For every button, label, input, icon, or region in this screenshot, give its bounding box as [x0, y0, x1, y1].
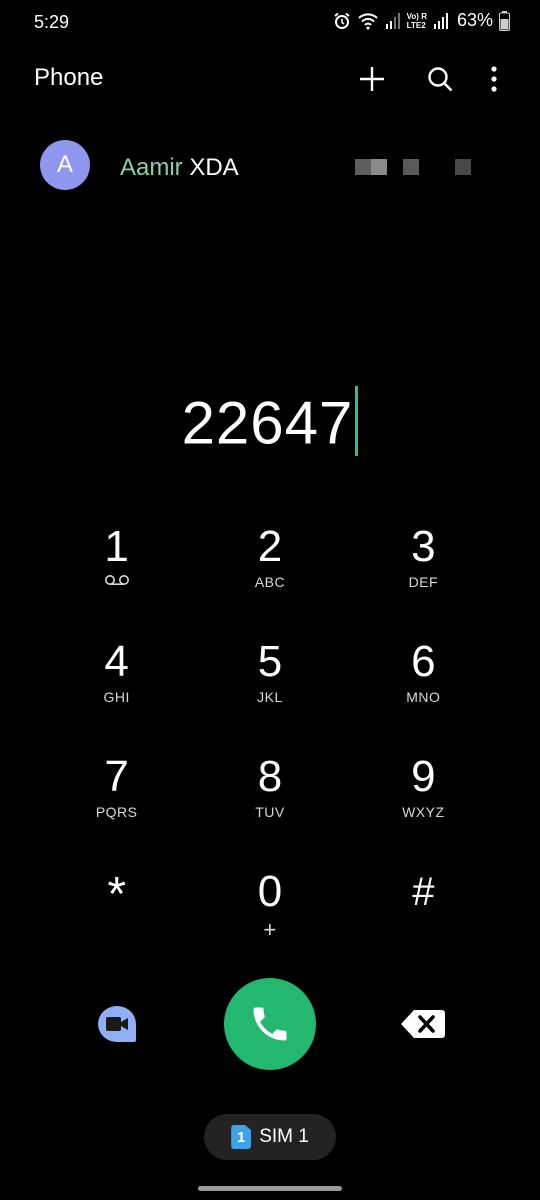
dialpad-row: 4 GHI 5 JKL 6 MNO	[40, 635, 500, 750]
voicemail-icon	[40, 574, 193, 586]
dialpad: 1 2 ABC 3 DEF 4 GHI 5 JKL 6 MNO 7 PQRS 8…	[40, 520, 500, 980]
key-letters: DEF	[408, 574, 439, 590]
dialpad-row: 1 2 ABC 3 DEF	[40, 520, 500, 635]
key-digit: 5	[257, 637, 283, 686]
key-letters: TUV	[255, 804, 285, 820]
dialpad-row: * 0 + #	[40, 865, 500, 980]
key-letters: PQRS	[95, 804, 138, 820]
alarm-icon	[333, 12, 351, 30]
status-time: 5:29	[34, 12, 70, 32]
key-digit: 8	[257, 752, 283, 801]
search-icon[interactable]	[423, 62, 457, 96]
key-0[interactable]: 0 +	[193, 865, 346, 980]
signal-icon	[385, 12, 401, 30]
signal-icon-2	[433, 12, 449, 30]
key-digit: 9	[411, 752, 436, 801]
contact-suggestion[interactable]: A Aamir XDA	[40, 140, 500, 194]
key-letters: JKL	[257, 689, 283, 705]
add-icon[interactable]	[355, 62, 389, 96]
battery-icon	[499, 10, 510, 31]
wifi-icon	[357, 12, 379, 30]
sim-label: SIM 1	[259, 1126, 309, 1147]
call-button[interactable]	[224, 978, 316, 1070]
key-digit: 7	[104, 752, 129, 801]
key-1[interactable]: 1	[40, 520, 193, 635]
key-digit: 0	[257, 867, 283, 916]
key-4[interactable]: 4 GHI	[40, 635, 193, 750]
gesture-bar[interactable]	[198, 1186, 342, 1191]
contact-name-rest: XDA	[182, 154, 239, 181]
key-9[interactable]: 9 WXYZ	[347, 750, 500, 865]
dialpad-row: 7 PQRS 8 TUV 9 WXYZ	[40, 750, 500, 865]
battery-percent: 63%	[456, 10, 493, 30]
text-cursor	[355, 386, 359, 456]
app-bar: Phone	[0, 52, 540, 104]
key-digit: 1	[104, 522, 129, 571]
key-8[interactable]: 8 TUV	[193, 750, 346, 865]
video-call-icon[interactable]	[96, 1004, 138, 1044]
sim-selector[interactable]: 1 SIM 1	[204, 1114, 336, 1160]
key-letters: WXYZ	[402, 804, 445, 820]
key-3[interactable]: 3 DEF	[347, 520, 500, 635]
status-icons: Vo) R LTE2 63%	[333, 10, 510, 31]
key-digit: 2	[257, 522, 283, 571]
key-letters: MNO	[406, 689, 441, 705]
dialed-number: 22647	[181, 389, 354, 457]
page-title: Phone	[34, 64, 104, 91]
key-5[interactable]: 5 JKL	[193, 635, 346, 750]
key-digit: 4	[104, 637, 129, 686]
key-digit: *	[107, 868, 126, 921]
sim-card-icon: 1	[231, 1125, 252, 1149]
backspace-icon[interactable]	[400, 1008, 446, 1040]
key-digit: #	[412, 870, 435, 914]
key-digit: 6	[411, 637, 436, 686]
network-type: Vo) R LTE2	[406, 11, 427, 30]
call-actions	[0, 978, 540, 1070]
key-plus: +	[263, 917, 277, 942]
contact-name: Aamir XDA	[120, 154, 239, 182]
key-letters: GHI	[103, 689, 130, 705]
contact-name-match: Aamir	[120, 154, 183, 181]
key-2[interactable]: 2 ABC	[193, 520, 346, 635]
redacted-number	[355, 159, 475, 177]
key-7[interactable]: 7 PQRS	[40, 750, 193, 865]
key-star[interactable]: *	[40, 865, 193, 980]
key-6[interactable]: 6 MNO	[347, 635, 500, 750]
phone-call-icon	[253, 1007, 287, 1041]
key-hash[interactable]: #	[347, 865, 500, 980]
more-options-icon[interactable]	[477, 62, 511, 96]
key-letters: ABC	[254, 574, 286, 590]
key-digit: 3	[411, 522, 436, 571]
number-display[interactable]: 22647	[0, 386, 540, 458]
avatar: A	[40, 140, 90, 190]
status-bar: 5:29 Vo) R LTE2 63%	[0, 0, 540, 46]
